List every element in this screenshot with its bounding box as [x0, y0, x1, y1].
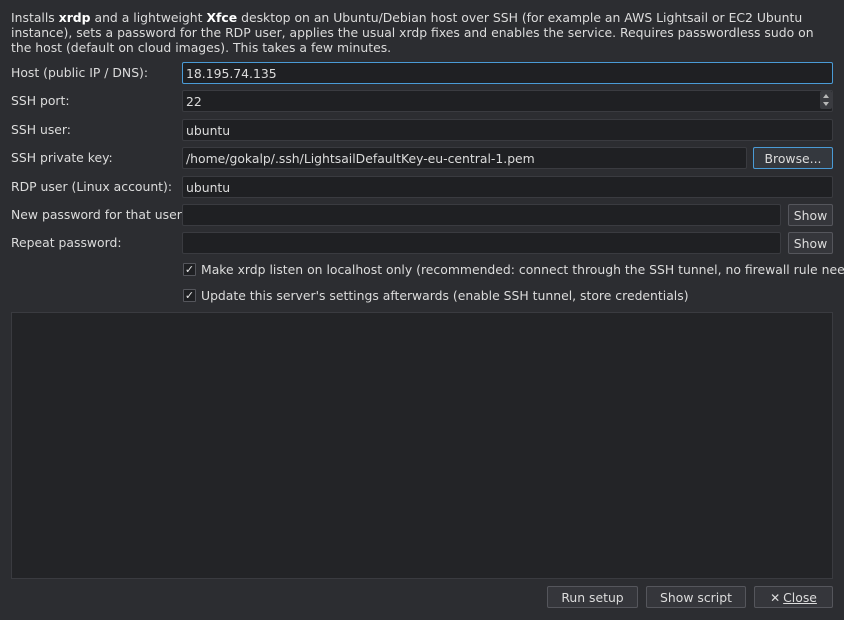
- localhost-option[interactable]: ✓ Make xrdp listen on localhost only (re…: [183, 262, 844, 280]
- port-label: SSH port:: [11, 93, 70, 108]
- show-repeat-password-button[interactable]: Show: [788, 232, 833, 254]
- host-input[interactable]: 18.195.74.135: [182, 62, 833, 84]
- close-icon: ✕: [770, 591, 781, 605]
- ssh-key-label: SSH private key:: [11, 150, 113, 165]
- ssh-user-label: SSH user:: [11, 122, 71, 137]
- browse-button[interactable]: Browse...: [753, 147, 833, 169]
- repeat-password-label: Repeat password:: [11, 235, 122, 250]
- port-row: SSH port: 22: [0, 90, 844, 112]
- new-password-row: New password for that user: Show: [0, 204, 844, 226]
- output-log[interactable]: [11, 312, 833, 579]
- show-new-password-button[interactable]: Show: [788, 204, 833, 226]
- description-text: Installs xrdp and a lightweight Xfce des…: [11, 10, 833, 55]
- update-settings-label[interactable]: Update this server's settings afterwards…: [201, 288, 689, 303]
- rdp-user-row: RDP user (Linux account): ubuntu: [0, 176, 844, 198]
- run-setup-button[interactable]: Run setup: [547, 586, 638, 608]
- ssh-key-input[interactable]: /home/gokalp/.ssh/LightsailDefaultKey-eu…: [182, 147, 747, 169]
- desc-bold-xrdp: xrdp: [58, 10, 91, 25]
- desc-part: Installs: [11, 10, 59, 25]
- chevron-down-icon[interactable]: [823, 102, 829, 106]
- new-password-label: New password for that user:: [11, 207, 186, 222]
- rdp-user-input[interactable]: ubuntu: [182, 176, 833, 198]
- ssh-user-input[interactable]: ubuntu: [182, 119, 833, 141]
- update-settings-checkbox[interactable]: ✓: [183, 289, 196, 302]
- rdp-user-label: RDP user (Linux account):: [11, 179, 173, 194]
- ssh-user-row: SSH user: ubuntu: [0, 119, 844, 141]
- repeat-password-input[interactable]: [182, 232, 781, 254]
- desc-bold-xfce: Xfce: [206, 10, 238, 25]
- new-password-input[interactable]: [182, 204, 781, 226]
- chevron-up-icon[interactable]: [823, 94, 829, 98]
- localhost-checkbox[interactable]: ✓: [183, 263, 196, 276]
- update-settings-option[interactable]: ✓ Update this server's settings afterwar…: [183, 288, 833, 306]
- port-spinbox[interactable]: 22: [182, 90, 833, 112]
- close-label: Close: [783, 590, 817, 605]
- host-label: Host (public IP / DNS):: [11, 65, 149, 80]
- ssh-key-row: SSH private key: /home/gokalp/.ssh/Light…: [0, 147, 844, 169]
- close-button[interactable]: ✕ Close: [754, 586, 833, 608]
- show-script-button[interactable]: Show script: [646, 586, 746, 608]
- repeat-password-row: Repeat password: Show: [0, 232, 844, 254]
- host-row: Host (public IP / DNS): 18.195.74.135: [0, 62, 844, 84]
- port-stepper[interactable]: [820, 91, 832, 109]
- localhost-label[interactable]: Make xrdp listen on localhost only (reco…: [201, 262, 844, 277]
- desc-part: and a lightweight: [90, 10, 207, 25]
- port-value: 22: [186, 94, 202, 109]
